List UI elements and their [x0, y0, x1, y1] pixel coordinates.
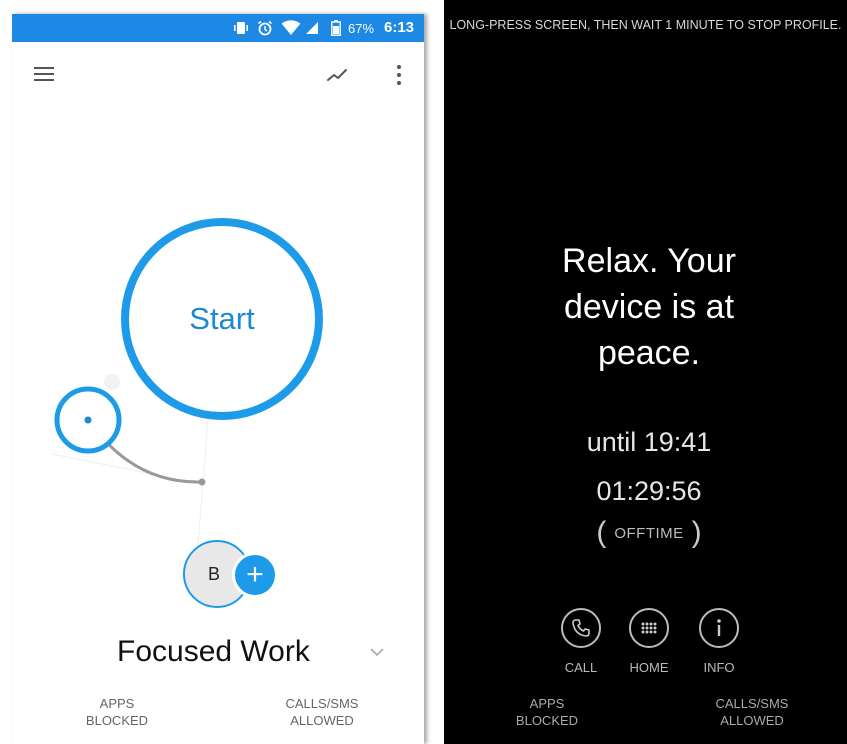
add-profile-button[interactable]: +: [232, 552, 278, 598]
avatar-letter: B: [207, 563, 220, 584]
start-label: Start: [189, 301, 255, 336]
peace-message: Relax. Your device is at peace.: [444, 238, 847, 376]
info-label: INFO: [703, 660, 735, 675]
profile-name[interactable]: Focused Work: [117, 635, 310, 669]
blocked-label: BLOCKED: [515, 713, 579, 728]
info-button[interactable]: INFO: [689, 608, 749, 675]
paren-close: ): [691, 516, 702, 549]
apps-blocked-tab[interactable]: APPS BLOCKED: [78, 695, 156, 729]
phone-icon: [561, 608, 601, 648]
app-name: OFFTIME: [614, 524, 684, 542]
calls-allowed-tab[interactable]: CALLS/SMS ALLOWED: [276, 695, 368, 729]
grid-icon: [629, 608, 669, 648]
info-icon: [699, 608, 739, 648]
start-button[interactable]: Start: [121, 218, 323, 420]
app-brand: ( OFFTIME): [444, 516, 847, 550]
plus-icon: +: [246, 558, 264, 591]
allowed-label: ALLOWED: [290, 713, 354, 728]
call-button[interactable]: CALL: [551, 608, 611, 675]
calls-sms-label: CALLS/SMS: [715, 696, 789, 711]
allowed-label: ALLOWED: [720, 713, 784, 728]
left-phone-screen: 67% 6:13 Start B + Focused Work APPS BLO…: [12, 14, 424, 744]
apps-label: APPS: [99, 696, 135, 711]
blocked-label: BLOCKED: [85, 713, 149, 728]
home-label: HOME: [629, 660, 669, 675]
right-phone-screen[interactable]: LONG-PRESS SCREEN, THEN WAIT 1 MINUTE TO…: [444, 0, 847, 744]
message-line-2: device is at: [563, 288, 735, 326]
calls-allowed-tab[interactable]: CALLS/SMS ALLOWED: [704, 695, 800, 729]
call-label: CALL: [564, 660, 598, 675]
stop-hint: LONG-PRESS SCREEN, THEN WAIT 1 MINUTE TO…: [449, 18, 842, 32]
apps-label: APPS: [529, 696, 565, 711]
apps-blocked-tab[interactable]: APPS BLOCKED: [502, 695, 592, 729]
message-line-3: peace.: [597, 334, 701, 372]
chevron-down-icon[interactable]: [367, 642, 387, 662]
paren-open: (: [596, 516, 607, 549]
home-button[interactable]: HOME: [619, 608, 679, 675]
message-line-1: Relax. Your: [562, 242, 736, 280]
countdown-timer: 01:29:56: [596, 476, 702, 506]
until-time: until 19:41: [586, 427, 712, 457]
calls-sms-label: CALLS/SMS: [285, 696, 359, 711]
